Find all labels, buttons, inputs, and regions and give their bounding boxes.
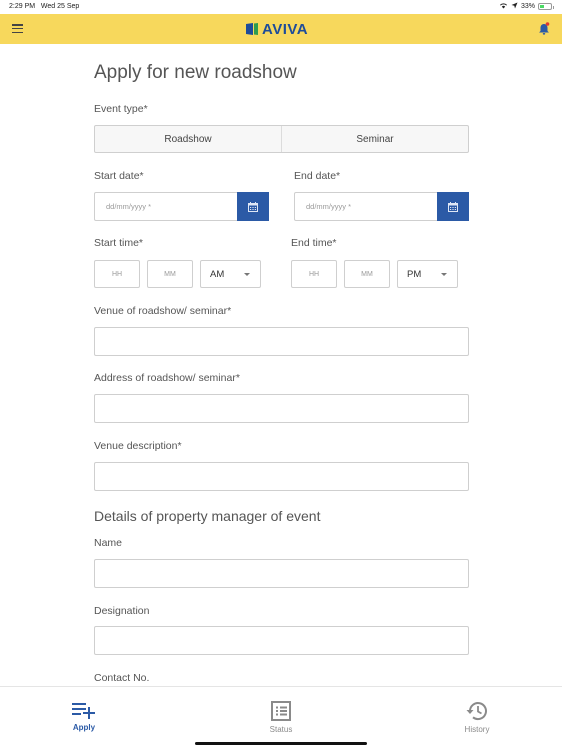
- end-date-placeholder: dd/mm/yyyy *: [306, 202, 352, 211]
- event-type-seminar-button[interactable]: Seminar: [281, 126, 468, 152]
- start-time-minute-field[interactable]: MM: [147, 260, 193, 288]
- status-time: 2:29 PM Wed 25 Sep: [9, 3, 80, 10]
- name-input[interactable]: [94, 559, 469, 588]
- end-date-label: End date*: [294, 170, 341, 182]
- apply-list-add-icon: [72, 703, 95, 719]
- calendar-icon: [448, 201, 458, 212]
- end-time-hour-field[interactable]: HH: [291, 260, 337, 288]
- end-date-field[interactable]: dd/mm/yyyy *: [294, 192, 469, 221]
- tab-apply-label: Apply: [72, 723, 96, 732]
- battery-icon: [538, 3, 554, 10]
- page-title: Apply for new roadshow: [94, 62, 297, 83]
- start-date-placeholder: dd/mm/yyyy *: [106, 202, 152, 211]
- name-label: Name: [94, 537, 123, 549]
- start-time-period-select[interactable]: AM: [200, 260, 261, 288]
- dropdown-caret-icon: [441, 273, 447, 276]
- location-arrow-icon: [511, 2, 518, 11]
- app-header: AVIVA: [0, 14, 562, 44]
- start-time-label: Start time*: [94, 237, 144, 249]
- end-time-minute-field[interactable]: MM: [344, 260, 390, 288]
- logo-text: AVIVA: [262, 20, 309, 38]
- bottom-tab-bar: Apply Status History: [0, 686, 562, 750]
- calendar-icon: [248, 201, 258, 212]
- battery-percent: 33%: [520, 3, 535, 10]
- tab-history-label: History: [464, 725, 490, 734]
- hamburger-menu-icon[interactable]: [12, 24, 23, 34]
- event-type-segmented-control: Roadshow Seminar: [94, 125, 469, 153]
- status-bar: 2:29 PM Wed 25 Sep 33%: [0, 0, 562, 14]
- start-time-period-value: AM: [210, 268, 225, 280]
- venue-description-label: Venue description*: [94, 440, 182, 452]
- event-type-roadshow-button[interactable]: Roadshow: [95, 126, 281, 152]
- apply-form: Apply for new roadshow Event type* Roads…: [0, 44, 562, 686]
- end-date-calendar-button[interactable]: [437, 192, 469, 221]
- end-time-period-select[interactable]: PM: [397, 260, 458, 288]
- start-date-calendar-button[interactable]: [237, 192, 269, 221]
- designation-input[interactable]: [94, 626, 469, 655]
- venue-input[interactable]: [94, 327, 469, 356]
- tab-history[interactable]: History: [437, 701, 517, 734]
- venue-description-input[interactable]: [94, 462, 469, 491]
- manager-section-title: Details of property manager of event: [94, 508, 321, 524]
- start-date-label: Start date*: [94, 170, 144, 182]
- aviva-logo: AVIVA: [246, 20, 309, 38]
- designation-label: Designation: [94, 605, 150, 617]
- home-indicator: [195, 742, 367, 745]
- end-time-label: End time*: [291, 237, 337, 249]
- start-date-field[interactable]: dd/mm/yyyy *: [94, 192, 269, 221]
- address-label: Address of roadshow/ seminar*: [94, 372, 240, 384]
- aviva-logo-mark-icon: [246, 23, 258, 35]
- end-time-period-value: PM: [407, 268, 422, 280]
- address-input[interactable]: [94, 394, 469, 423]
- bell-icon[interactable]: [538, 22, 550, 36]
- tab-apply[interactable]: Apply: [44, 701, 124, 732]
- status-list-icon: [271, 701, 291, 721]
- event-type-label: Event type*: [94, 103, 148, 115]
- dropdown-caret-icon: [244, 273, 250, 276]
- contact-label: Contact No.: [94, 672, 150, 684]
- status-indicators: 33%: [499, 2, 554, 11]
- start-time-hour-field[interactable]: HH: [94, 260, 140, 288]
- wifi-icon: [499, 2, 508, 11]
- history-clock-icon: [466, 702, 487, 721]
- tab-status[interactable]: Status: [241, 701, 321, 734]
- venue-label: Venue of roadshow/ seminar*: [94, 305, 232, 317]
- tab-status-label: Status: [269, 725, 293, 734]
